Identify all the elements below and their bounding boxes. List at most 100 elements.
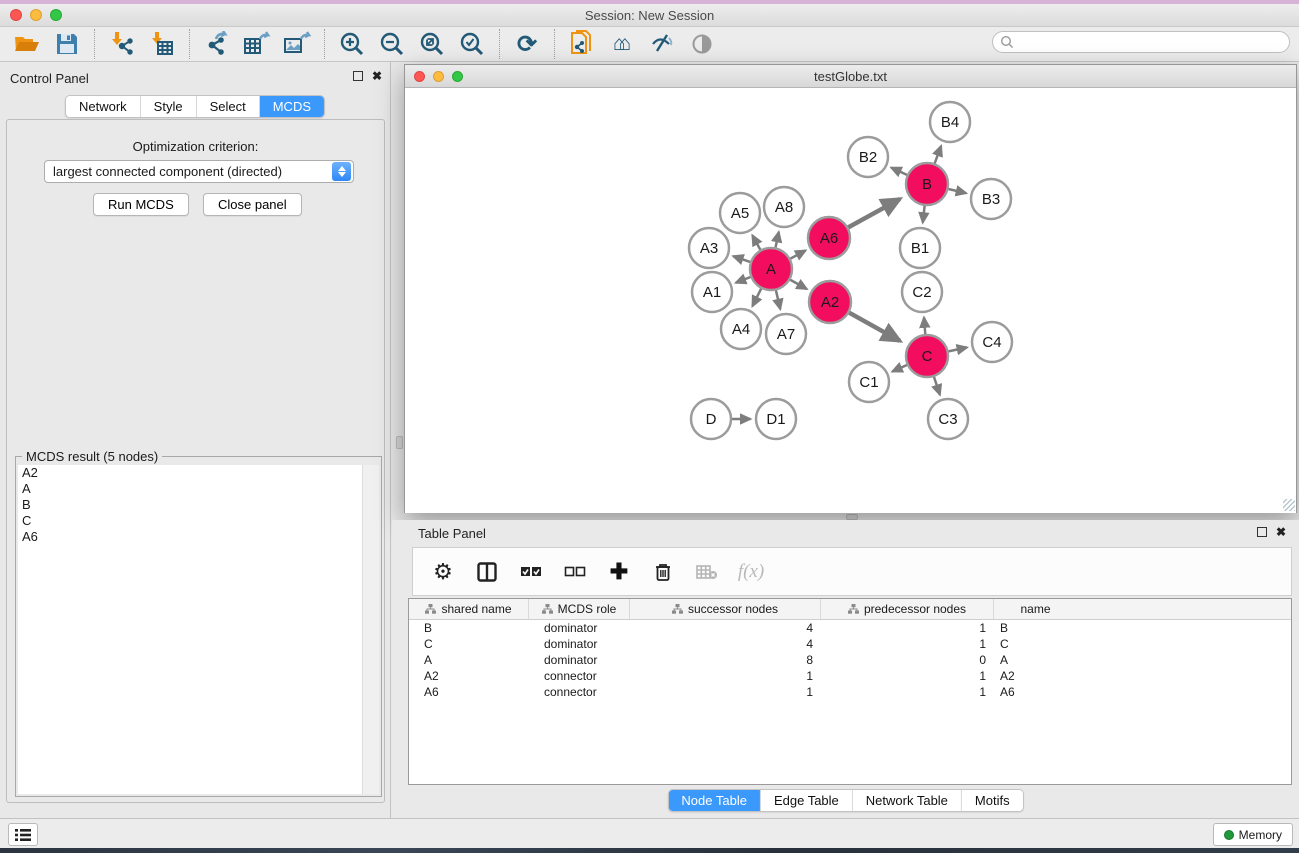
mcds-result-item[interactable]: A6 xyxy=(18,529,362,545)
cell-name[interactable]: A xyxy=(994,652,1077,668)
cell-name[interactable]: A6 xyxy=(994,684,1077,700)
column-header-successor-nodes[interactable]: successor nodes xyxy=(630,599,821,619)
table-row[interactable]: Cdominator41C xyxy=(409,636,1291,652)
export-image-icon[interactable] xyxy=(282,30,312,58)
deselect-all-icon[interactable] xyxy=(561,558,589,586)
graph-node-C1[interactable]: C1 xyxy=(849,362,889,402)
settings-gear-icon[interactable]: ⚙ xyxy=(429,558,457,586)
cell-predecessor-nodes[interactable]: 0 xyxy=(821,652,994,668)
edge-A-A3[interactable] xyxy=(733,256,750,262)
search-input[interactable] xyxy=(1014,33,1289,51)
graph-node-C4[interactable]: C4 xyxy=(972,322,1012,362)
edge-A-A5[interactable] xyxy=(752,235,760,249)
network-graph[interactable]: AA1A2A3A4A5A6A7A8BB1B2B3B4CC1C2C3C4DD1 xyxy=(405,89,1296,513)
tab-mcds[interactable]: MCDS xyxy=(260,96,324,117)
graph-node-B2[interactable]: B2 xyxy=(848,137,888,177)
cell-successor-nodes[interactable]: 1 xyxy=(630,668,821,684)
cell-successor-nodes[interactable]: 4 xyxy=(630,620,821,636)
column-header-name[interactable]: name xyxy=(994,599,1077,619)
save-session-icon[interactable] xyxy=(52,30,82,58)
home-icon[interactable]: ⌂⌂ xyxy=(607,30,637,58)
graph-node-A4[interactable]: A4 xyxy=(721,309,761,349)
cell-predecessor-nodes[interactable]: 1 xyxy=(821,668,994,684)
delete-column-icon[interactable] xyxy=(649,558,677,586)
graph-node-C2[interactable]: C2 xyxy=(902,272,942,312)
memory-button[interactable]: Memory xyxy=(1213,823,1293,846)
task-history-button[interactable] xyxy=(8,823,38,846)
export-table-icon[interactable] xyxy=(242,30,272,58)
edge-A-A7[interactable] xyxy=(776,290,780,309)
hide-graphics-details-icon[interactable] xyxy=(647,30,677,58)
float-table-panel-icon[interactable] xyxy=(1257,527,1267,537)
edge-B-B3[interactable] xyxy=(948,189,966,193)
vertical-splitter-handle[interactable] xyxy=(396,436,403,449)
tab-select[interactable]: Select xyxy=(197,96,260,117)
graph-node-A5[interactable]: A5 xyxy=(720,193,760,233)
show-graphics-details-icon[interactable] xyxy=(687,30,717,58)
graph-node-D[interactable]: D xyxy=(691,399,731,439)
zoom-out-icon[interactable] xyxy=(377,30,407,58)
delete-table-icon[interactable] xyxy=(693,558,721,586)
graph-node-B[interactable]: B xyxy=(906,163,948,205)
mcds-result-item[interactable]: B xyxy=(18,497,362,513)
table-row[interactable]: Adominator80A xyxy=(409,652,1291,668)
edge-A6-B[interactable] xyxy=(848,199,900,227)
edge-A2-C[interactable] xyxy=(849,313,900,341)
edge-A-A1[interactable] xyxy=(736,277,751,283)
resize-grip[interactable] xyxy=(1283,499,1295,511)
graph-node-A7[interactable]: A7 xyxy=(766,314,806,354)
graph-node-A[interactable]: A xyxy=(750,248,792,290)
apply-function-icon[interactable]: f(x) xyxy=(737,558,765,586)
cell-predecessor-nodes[interactable]: 1 xyxy=(821,684,994,700)
edge-A-A8[interactable] xyxy=(776,232,779,248)
edge-C-C4[interactable] xyxy=(949,347,968,351)
zoom-selected-icon[interactable] xyxy=(457,30,487,58)
export-network-icon[interactable] xyxy=(202,30,232,58)
graph-node-C3[interactable]: C3 xyxy=(928,399,968,439)
column-header-predecessor-nodes[interactable]: predecessor nodes xyxy=(821,599,994,619)
edge-A-A6[interactable] xyxy=(790,250,805,258)
zoom-fit-icon[interactable] xyxy=(417,30,447,58)
edge-B-B1[interactable] xyxy=(923,206,925,223)
cell-shared-name[interactable]: B xyxy=(409,620,529,636)
mcds-result-item[interactable]: C xyxy=(18,513,362,529)
cell-shared-name[interactable]: A2 xyxy=(409,668,529,684)
cell-name[interactable]: B xyxy=(994,620,1077,636)
mcds-result-item[interactable]: A xyxy=(18,481,362,497)
cell-MCDS-role[interactable]: connector xyxy=(529,684,630,700)
import-table-icon[interactable] xyxy=(147,30,177,58)
tab-node-table[interactable]: Node Table xyxy=(668,790,761,811)
network-canvas[interactable]: AA1A2A3A4A5A6A7A8BB1B2B3B4CC1C2C3C4DD1 xyxy=(405,89,1296,513)
table-row[interactable]: A2connector11A2 xyxy=(409,668,1291,684)
float-panel-icon[interactable] xyxy=(353,71,363,81)
tab-motifs[interactable]: Motifs xyxy=(962,790,1023,811)
criterion-dropdown[interactable]: largest connected component (directed) xyxy=(44,160,354,183)
cell-predecessor-nodes[interactable]: 1 xyxy=(821,636,994,652)
graph-node-B4[interactable]: B4 xyxy=(930,102,970,142)
cell-successor-nodes[interactable]: 8 xyxy=(630,652,821,668)
clone-network-icon[interactable] xyxy=(567,30,597,58)
edge-C-C1[interactable] xyxy=(892,365,907,372)
toggle-columns-icon[interactable] xyxy=(473,558,501,586)
edge-C-C2[interactable] xyxy=(924,317,925,334)
search-box[interactable] xyxy=(992,31,1290,53)
edge-B-B4[interactable] xyxy=(935,146,941,163)
tab-network-table[interactable]: Network Table xyxy=(853,790,962,811)
cell-name[interactable]: C xyxy=(994,636,1077,652)
open-session-icon[interactable] xyxy=(12,30,42,58)
mcds-result-list[interactable]: A2ABCA6 xyxy=(18,465,362,794)
table-row[interactable]: Bdominator41B xyxy=(409,620,1291,636)
cell-shared-name[interactable]: C xyxy=(409,636,529,652)
graph-node-A6[interactable]: A6 xyxy=(808,217,850,259)
import-network-icon[interactable] xyxy=(107,30,137,58)
graph-node-B1[interactable]: B1 xyxy=(900,228,940,268)
table-row[interactable]: A6connector11A6 xyxy=(409,684,1291,700)
graph-node-A3[interactable]: A3 xyxy=(689,228,729,268)
edge-C-C3[interactable] xyxy=(934,377,940,395)
graph-node-B3[interactable]: B3 xyxy=(971,179,1011,219)
cell-MCDS-role[interactable]: dominator xyxy=(529,652,630,668)
add-column-icon[interactable]: ✚ xyxy=(605,558,633,586)
tab-edge-table[interactable]: Edge Table xyxy=(761,790,853,811)
column-header-MCDS-role[interactable]: MCDS role xyxy=(529,599,630,619)
close-table-panel-icon[interactable]: ✖ xyxy=(1276,527,1286,537)
